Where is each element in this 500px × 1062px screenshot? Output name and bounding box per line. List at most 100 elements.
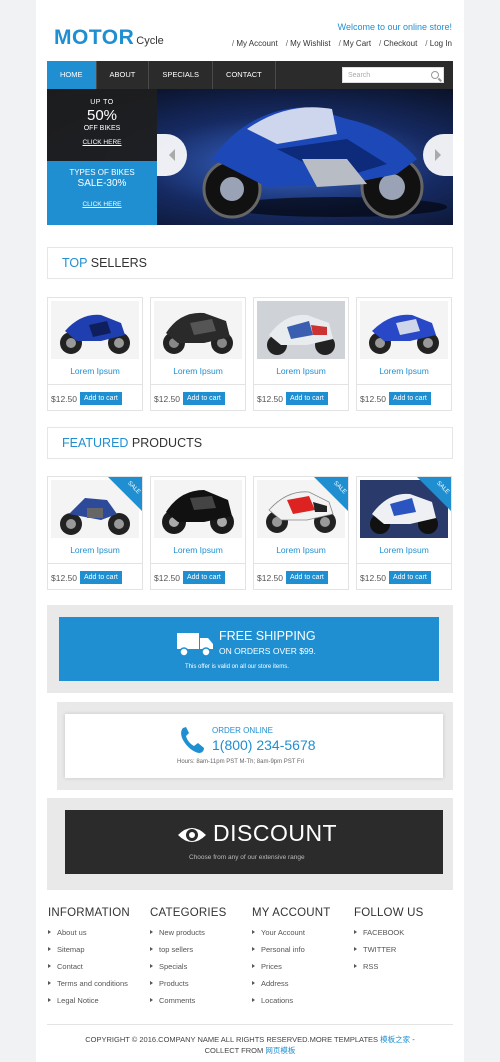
product-footer: $12.50 Add to cart [48, 563, 142, 591]
product-name[interactable]: Lorem Ipsum [357, 366, 451, 376]
footer-link-address[interactable]: Address [252, 979, 352, 996]
footer-link-new-products[interactable]: New products [150, 928, 250, 945]
top-link-checkout[interactable]: Checkout [379, 39, 418, 48]
product-name[interactable]: Lorem Ipsum [254, 545, 348, 555]
motorcycle-image [154, 301, 242, 359]
product-card[interactable]: SALE Lorem Ipsum $12.50 Add to cart [47, 476, 143, 590]
product-card[interactable]: SALE Lorem Ipsum $12.50 Add to cart [253, 476, 349, 590]
product-image[interactable] [154, 301, 242, 359]
logo[interactable]: MOTOR Cycle [54, 26, 164, 50]
logo-main: MOTOR [54, 26, 135, 49]
product-name[interactable]: Lorem Ipsum [254, 366, 348, 376]
product-name[interactable]: Lorem Ipsum [151, 366, 245, 376]
shipping-note: This offer is valid on all our store ite… [185, 664, 289, 670]
product-footer: $12.50 Add to cart [357, 563, 451, 591]
product-card[interactable]: Lorem Ipsum $12.50 Add to cart [47, 297, 143, 411]
discount-band: DISCOUNT Choose from any of our extensiv… [47, 798, 453, 890]
promo2-line1: TYPES OF BIKES [69, 168, 135, 177]
copyright-collect-text: COLLECT FROM [204, 1046, 264, 1055]
top-links: My Account My Wishlist My Cart Checkout … [232, 39, 452, 48]
product-card[interactable]: SALE Lorem Ipsum $12.50 Add to cart [356, 476, 452, 590]
product-footer: $12.50 Add to cart [151, 563, 245, 591]
product-price: $12.50 [154, 393, 180, 404]
footer-link-twitter[interactable]: TWITTER [354, 945, 454, 962]
footer-account: MY ACCOUNT Your Account Personal info Pr… [252, 907, 352, 1013]
product-price: $12.50 [51, 393, 77, 404]
add-to-cart-button[interactable]: Add to cart [80, 571, 122, 584]
motorcycle-image [154, 480, 242, 538]
promo2-line2: SALE-30% [77, 178, 127, 189]
sale-label: SALE [434, 480, 450, 496]
order-phone[interactable]: 1(800) 234-5678 [212, 737, 316, 753]
promo-discount-box: UP TO 50% OFF BIKES CLICK HERE [47, 89, 157, 161]
add-to-cart-button[interactable]: Add to cart [389, 571, 431, 584]
footer-link-legal[interactable]: Legal Notice [48, 996, 148, 1013]
nav-about[interactable]: ABOUT [97, 61, 150, 89]
nav-home[interactable]: HOME [47, 61, 97, 89]
add-to-cart-button[interactable]: Add to cart [183, 571, 225, 584]
promo1-link[interactable]: CLICK HERE [47, 139, 157, 146]
footer-link-rss[interactable]: RSS [354, 962, 454, 979]
product-card[interactable]: Lorem Ipsum $12.50 Add to cart [356, 297, 452, 411]
nav-specials[interactable]: SPECIALS [149, 61, 214, 89]
add-to-cart-button[interactable]: Add to cart [286, 392, 328, 405]
featured-heading-rest: PRODUCTS [131, 436, 203, 450]
footer-information: INFORMATION About us Sitemap Contact Ter… [48, 907, 148, 1013]
promo2-link[interactable]: CLICK HERE [47, 201, 157, 208]
product-footer: $12.50 Add to cart [357, 384, 451, 412]
product-name[interactable]: Lorem Ipsum [151, 545, 245, 555]
top-link-account[interactable]: My Account [232, 39, 277, 48]
product-footer: $12.50 Add to cart [254, 384, 348, 412]
footer-link-specials[interactable]: Specials [150, 962, 250, 979]
add-to-cart-button[interactable]: Add to cart [80, 392, 122, 405]
motorcycle-image [257, 301, 345, 359]
product-card[interactable]: Lorem Ipsum $12.50 Add to cart [150, 476, 246, 590]
top-sellers-grid: Lorem Ipsum $12.50 Add to cart Lorem Ips… [47, 297, 453, 411]
order-online-banner[interactable]: ORDER ONLINE 1(800) 234-5678 Hours: 8am-… [65, 714, 443, 778]
copyright-link-templates[interactable]: 模板之家 [380, 1035, 410, 1044]
footer-link-sitemap[interactable]: Sitemap [48, 945, 148, 962]
footer-link-products[interactable]: Products [150, 979, 250, 996]
copyright-link-web-templates[interactable]: 网页模板 [265, 1046, 295, 1055]
footer-link-locations[interactable]: Locations [252, 996, 352, 1013]
footer-link-your-account[interactable]: Your Account [252, 928, 352, 945]
top-link-wishlist[interactable]: My Wishlist [286, 39, 330, 48]
hero-slider: UP TO 50% OFF BIKES CLICK HERE TYPES OF … [47, 89, 453, 225]
product-card[interactable]: Lorem Ipsum $12.50 Add to cart [150, 297, 246, 411]
chevron-right-icon [435, 149, 441, 161]
product-image[interactable] [257, 301, 345, 359]
footer-link-about[interactable]: About us [48, 928, 148, 945]
product-name[interactable]: Lorem Ipsum [48, 545, 142, 555]
product-card[interactable]: Lorem Ipsum $12.50 Add to cart [253, 297, 349, 411]
add-to-cart-button[interactable]: Add to cart [286, 571, 328, 584]
search-icon[interactable] [431, 71, 439, 79]
footer-link-terms[interactable]: Terms and conditions [48, 979, 148, 996]
product-name[interactable]: Lorem Ipsum [357, 545, 451, 555]
product-footer: $12.50 Add to cart [151, 384, 245, 412]
product-image[interactable] [360, 301, 448, 359]
free-shipping-banner[interactable]: FREE SHIPPING ON ORDERS OVER $99. This o… [59, 617, 439, 681]
footer-link-personal-info[interactable]: Personal info [252, 945, 352, 962]
product-image[interactable] [51, 301, 139, 359]
page: MOTOR Cycle Welcome to our online store!… [36, 0, 464, 1062]
order-title: ORDER ONLINE [212, 726, 273, 735]
order-hours: Hours: 8am-11pm PST M-Th; 8am-9pm PST Fr… [177, 759, 305, 765]
eye-icon [178, 828, 206, 842]
footer-link-comments[interactable]: Comments [150, 996, 250, 1013]
footer-link-facebook[interactable]: FACEBOOK [354, 928, 454, 945]
search-input[interactable]: Search [342, 67, 444, 83]
footer-link-prices[interactable]: Prices [252, 962, 352, 979]
footer-link-top-sellers[interactable]: top sellers [150, 945, 250, 962]
footer-account-title: MY ACCOUNT [252, 907, 331, 919]
top-link-cart[interactable]: My Cart [339, 39, 371, 48]
copyright-line1: COPYRIGHT © 2016.COMPANY NAME ALL RIGHTS… [47, 1034, 453, 1045]
add-to-cart-button[interactable]: Add to cart [183, 392, 225, 405]
product-image[interactable] [154, 480, 242, 538]
add-to-cart-button[interactable]: Add to cart [389, 392, 431, 405]
copyright-line2: COLLECT FROM 网页模板 [47, 1045, 453, 1056]
footer-link-contact[interactable]: Contact [48, 962, 148, 979]
discount-banner[interactable]: DISCOUNT Choose from any of our extensiv… [65, 810, 443, 874]
product-name[interactable]: Lorem Ipsum [48, 366, 142, 376]
nav-contact[interactable]: CONTACT [213, 61, 276, 89]
top-link-login[interactable]: Log In [425, 39, 452, 48]
